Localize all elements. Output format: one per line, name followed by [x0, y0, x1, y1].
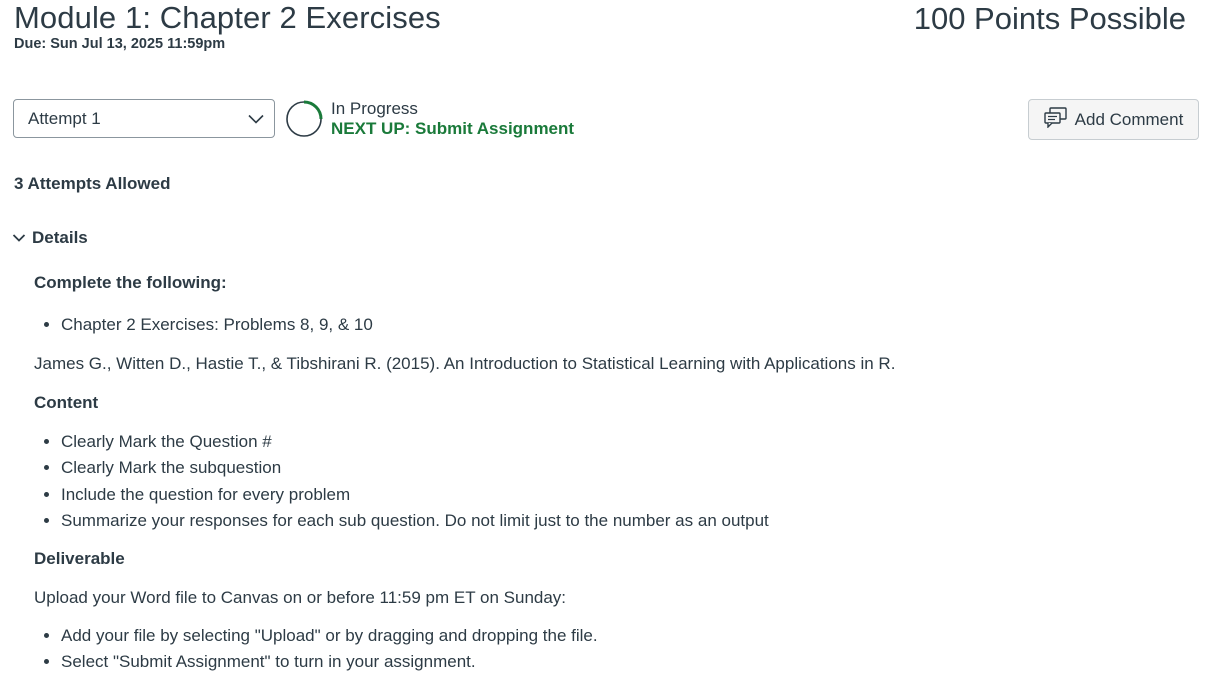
deliverable-list: Add your file by selecting "Upload" or b…	[34, 623, 1184, 676]
heading-deliverable: Deliverable	[34, 548, 125, 568]
attempt-select-value: Attempt 1	[28, 108, 101, 128]
details-toggle[interactable]: Details	[12, 228, 88, 248]
complete-list: Chapter 2 Exercises: Problems 8, 9, & 10	[34, 312, 1184, 339]
list-item: Select "Submit Assignment" to turn in yo…	[61, 649, 1184, 676]
list-item: Clearly Mark the Question #	[61, 429, 1184, 456]
next-up-step: NEXT UP: Submit Assignment	[331, 119, 575, 138]
points-possible: 100 Points Possible	[913, 1, 1186, 36]
due-date: Due: Sun Jul 13, 2025 11:59pm	[14, 36, 226, 52]
citation: James G., Witten D., Hastie T., & Tibshi…	[34, 353, 896, 373]
list-item: Clearly Mark the subquestion	[61, 455, 1184, 482]
attempt-status: In Progress	[331, 99, 418, 118]
list-item: Summarize your responses for each sub qu…	[61, 508, 1184, 535]
page-title: Module 1: Chapter 2 Exercises	[14, 0, 441, 35]
add-comment-label: Add Comment	[1074, 109, 1184, 129]
deliverable-intro: Upload your Word file to Canvas on or be…	[34, 587, 567, 607]
list-item: Chapter 2 Exercises: Problems 8, 9, & 10	[61, 312, 1184, 339]
list-item: Add your file by selecting "Upload" or b…	[61, 623, 1184, 650]
add-comment-button[interactable]: Add Comment	[1028, 99, 1199, 140]
content-list: Clearly Mark the Question # Clearly Mark…	[34, 429, 1184, 535]
heading-content: Content	[34, 392, 99, 412]
progress-ring-icon	[285, 100, 323, 138]
heading-complete: Complete the following:	[34, 273, 227, 292]
comment-icon	[1043, 106, 1067, 133]
attempts-allowed: 3 Attempts Allowed	[14, 174, 171, 193]
chevron-down-icon	[248, 114, 264, 124]
list-item: Include the question for every problem	[61, 482, 1184, 509]
attempt-select[interactable]: Attempt 1	[13, 99, 275, 138]
details-toggle-label: Details	[32, 228, 88, 247]
chevron-down-icon	[12, 228, 26, 248]
details-body: Complete the following: Chapter 2 Exerci…	[34, 272, 1184, 676]
